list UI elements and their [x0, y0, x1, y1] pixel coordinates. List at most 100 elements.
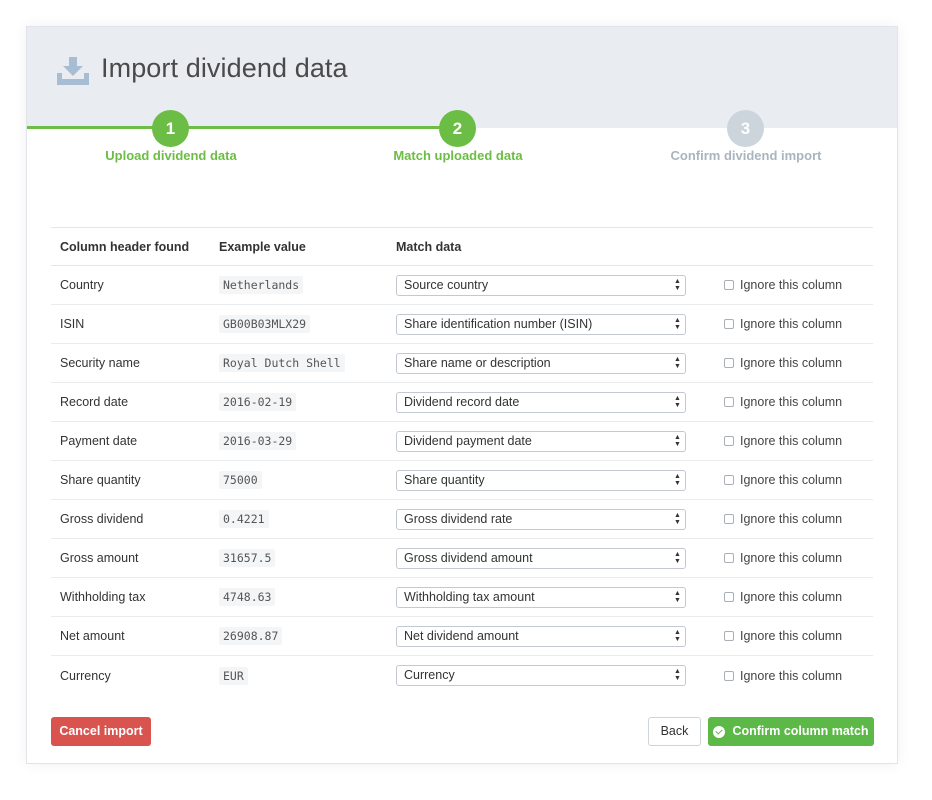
- ignore-column-label[interactable]: Ignore this column: [740, 551, 842, 565]
- select-arrows-icon: ▲ ▼: [674, 355, 681, 370]
- ignore-column-label[interactable]: Ignore this column: [740, 473, 842, 487]
- column-header-found: Payment date: [60, 434, 138, 448]
- ignore-column-label[interactable]: Ignore this column: [740, 434, 842, 448]
- match-data-select[interactable]: Net dividend amount ▲ ▼: [396, 625, 686, 647]
- ignore-column-label[interactable]: Ignore this column: [740, 278, 842, 292]
- table-header: Column header found Example value Match …: [51, 227, 873, 266]
- header-example-value: Example value: [219, 239, 306, 254]
- example-value: 2016-02-19: [219, 393, 297, 411]
- ignore-column-checkbox[interactable]: [724, 358, 734, 368]
- ignore-column-label[interactable]: Ignore this column: [740, 512, 842, 526]
- column-header-found: ISIN: [60, 317, 85, 331]
- match-data-selected: Gross dividend amount: [404, 550, 533, 565]
- example-value: 2016-03-29: [219, 432, 297, 450]
- ignore-column-checkbox[interactable]: [724, 475, 734, 485]
- ignore-column-label[interactable]: Ignore this column: [740, 317, 842, 331]
- ignore-column-checkbox[interactable]: [724, 592, 734, 602]
- column-header-found: Country: [60, 278, 104, 292]
- step-2-label: Match uploaded data: [393, 148, 523, 163]
- select-arrows-icon: ▲ ▼: [674, 550, 681, 565]
- confirm-column-match-button[interactable]: Confirm column match: [708, 717, 874, 746]
- table-row: Net amount 26908.87 Net dividend amount ▲ ▼ I…: [51, 617, 873, 656]
- select-arrows-icon: ▲ ▼: [674, 668, 681, 682]
- step-1-circle: 1: [152, 110, 189, 147]
- example-value: 75000: [219, 471, 262, 489]
- match-data-selected: Share name or description: [404, 355, 551, 370]
- example-value: GB00B03MLX29: [219, 315, 311, 333]
- match-data-select[interactable]: Share identification number (ISIN) ▲ ▼: [396, 313, 686, 335]
- select-arrows-icon: ▲ ▼: [674, 589, 681, 604]
- table-row: Currency EUR Currency ▲ ▼ Ignore this column: [51, 656, 873, 695]
- match-data-select[interactable]: Source country ▲ ▼: [396, 274, 686, 296]
- table-row: Gross dividend 0.4221 Gross dividend rate ▲…: [51, 500, 873, 539]
- column-header-found: Withholding tax: [60, 590, 146, 604]
- example-value: 0.4221: [219, 510, 269, 528]
- table-row: Withholding tax 4748.63 Withholding tax am…: [51, 578, 873, 617]
- column-header-found: Record date: [60, 395, 129, 409]
- ignore-column-label[interactable]: Ignore this column: [740, 590, 842, 604]
- ignore-column-label[interactable]: Ignore this column: [740, 395, 842, 409]
- match-data-selected: Withholding tax amount: [404, 589, 535, 604]
- back-button[interactable]: Back: [648, 717, 701, 746]
- select-arrows-icon: ▲ ▼: [674, 472, 681, 487]
- ignore-column-checkbox[interactable]: [724, 280, 734, 290]
- cancel-import-button[interactable]: Cancel import: [51, 717, 151, 746]
- table-row: ISIN GB00B03MLX29 Share identification num…: [51, 305, 873, 344]
- match-data-selected: Dividend record date: [404, 394, 520, 409]
- ignore-column-checkbox[interactable]: [724, 397, 734, 407]
- table-row: Gross amount 31657.5 Gross dividend amount…: [51, 539, 873, 578]
- header-column-found: Column header found: [60, 239, 190, 254]
- download-tray-icon: [57, 57, 89, 85]
- ignore-column-checkbox[interactable]: [724, 670, 734, 681]
- check-circle-icon: [713, 725, 726, 738]
- table-row: Country Netherlands Source country ▲ ▼ Ignore…: [51, 266, 873, 305]
- example-value: 31657.5: [219, 549, 276, 567]
- select-arrows-icon: ▲ ▼: [674, 511, 681, 526]
- example-value: Netherlands: [219, 276, 304, 294]
- ignore-column-checkbox[interactable]: [724, 436, 734, 446]
- match-data-select[interactable]: Dividend payment date ▲ ▼: [396, 430, 686, 452]
- select-arrows-icon: ▲ ▼: [674, 277, 681, 292]
- step-2-circle: 2: [439, 110, 476, 147]
- example-value: EUR: [219, 666, 248, 685]
- column-header-found: Security name: [60, 356, 140, 370]
- match-data-select[interactable]: Gross dividend rate ▲ ▼: [396, 508, 686, 530]
- step-1-label: Upload dividend data: [105, 148, 237, 163]
- match-data-selected: Dividend payment date: [404, 433, 532, 448]
- match-data-selected: Source country: [404, 277, 489, 292]
- header-match-data: Match data: [396, 239, 462, 254]
- ignore-column-checkbox[interactable]: [724, 514, 734, 524]
- table-body: Country Netherlands Source country ▲ ▼ Ignore…: [51, 266, 873, 695]
- ignore-column-label[interactable]: Ignore this column: [740, 356, 842, 370]
- select-arrows-icon: ▲ ▼: [674, 394, 681, 409]
- match-data-select[interactable]: Currency ▲ ▼: [396, 665, 686, 686]
- ignore-column-label[interactable]: Ignore this column: [740, 669, 842, 683]
- confirm-button-label: Confirm column match: [732, 724, 869, 738]
- match-data-select[interactable]: Withholding tax amount ▲ ▼: [396, 586, 686, 608]
- match-data-select[interactable]: Dividend record date ▲ ▼: [396, 391, 686, 413]
- ignore-column-label[interactable]: Ignore this column: [740, 629, 842, 643]
- match-data-selected: Share identification number (ISIN): [404, 316, 593, 331]
- match-data-select[interactable]: Share name or description ▲ ▼: [396, 352, 686, 374]
- column-header-found: Gross amount: [60, 551, 139, 565]
- column-header-found: Net amount: [60, 629, 125, 643]
- match-data-selected: Share quantity: [404, 472, 485, 487]
- ignore-column-checkbox[interactable]: [724, 631, 734, 641]
- page-title: Import dividend data: [101, 53, 348, 83]
- match-data-select[interactable]: Gross dividend amount ▲ ▼: [396, 547, 686, 569]
- select-arrows-icon: ▲ ▼: [674, 316, 681, 331]
- import-card: Import dividend data 1 Upload dividend d…: [26, 26, 898, 764]
- column-header-found: Currency: [60, 668, 111, 683]
- table-row: Payment date 2016-03-29 Dividend payment d…: [51, 422, 873, 461]
- ignore-column-checkbox[interactable]: [724, 553, 734, 563]
- match-data-select[interactable]: Share quantity ▲ ▼: [396, 469, 686, 491]
- column-header-found: Share quantity: [60, 473, 141, 487]
- select-arrows-icon: ▲ ▼: [674, 628, 681, 643]
- column-match-table: Column header found Example value Match …: [51, 227, 873, 695]
- table-row: Share quantity 75000 Share quantity ▲ ▼ Ignor…: [51, 461, 873, 500]
- stepper-progress-line: [27, 126, 459, 129]
- example-value: Royal Dutch Shell: [219, 354, 345, 372]
- ignore-column-checkbox[interactable]: [724, 319, 734, 329]
- example-value: 4748.63: [219, 588, 276, 606]
- column-header-found: Gross dividend: [60, 512, 144, 526]
